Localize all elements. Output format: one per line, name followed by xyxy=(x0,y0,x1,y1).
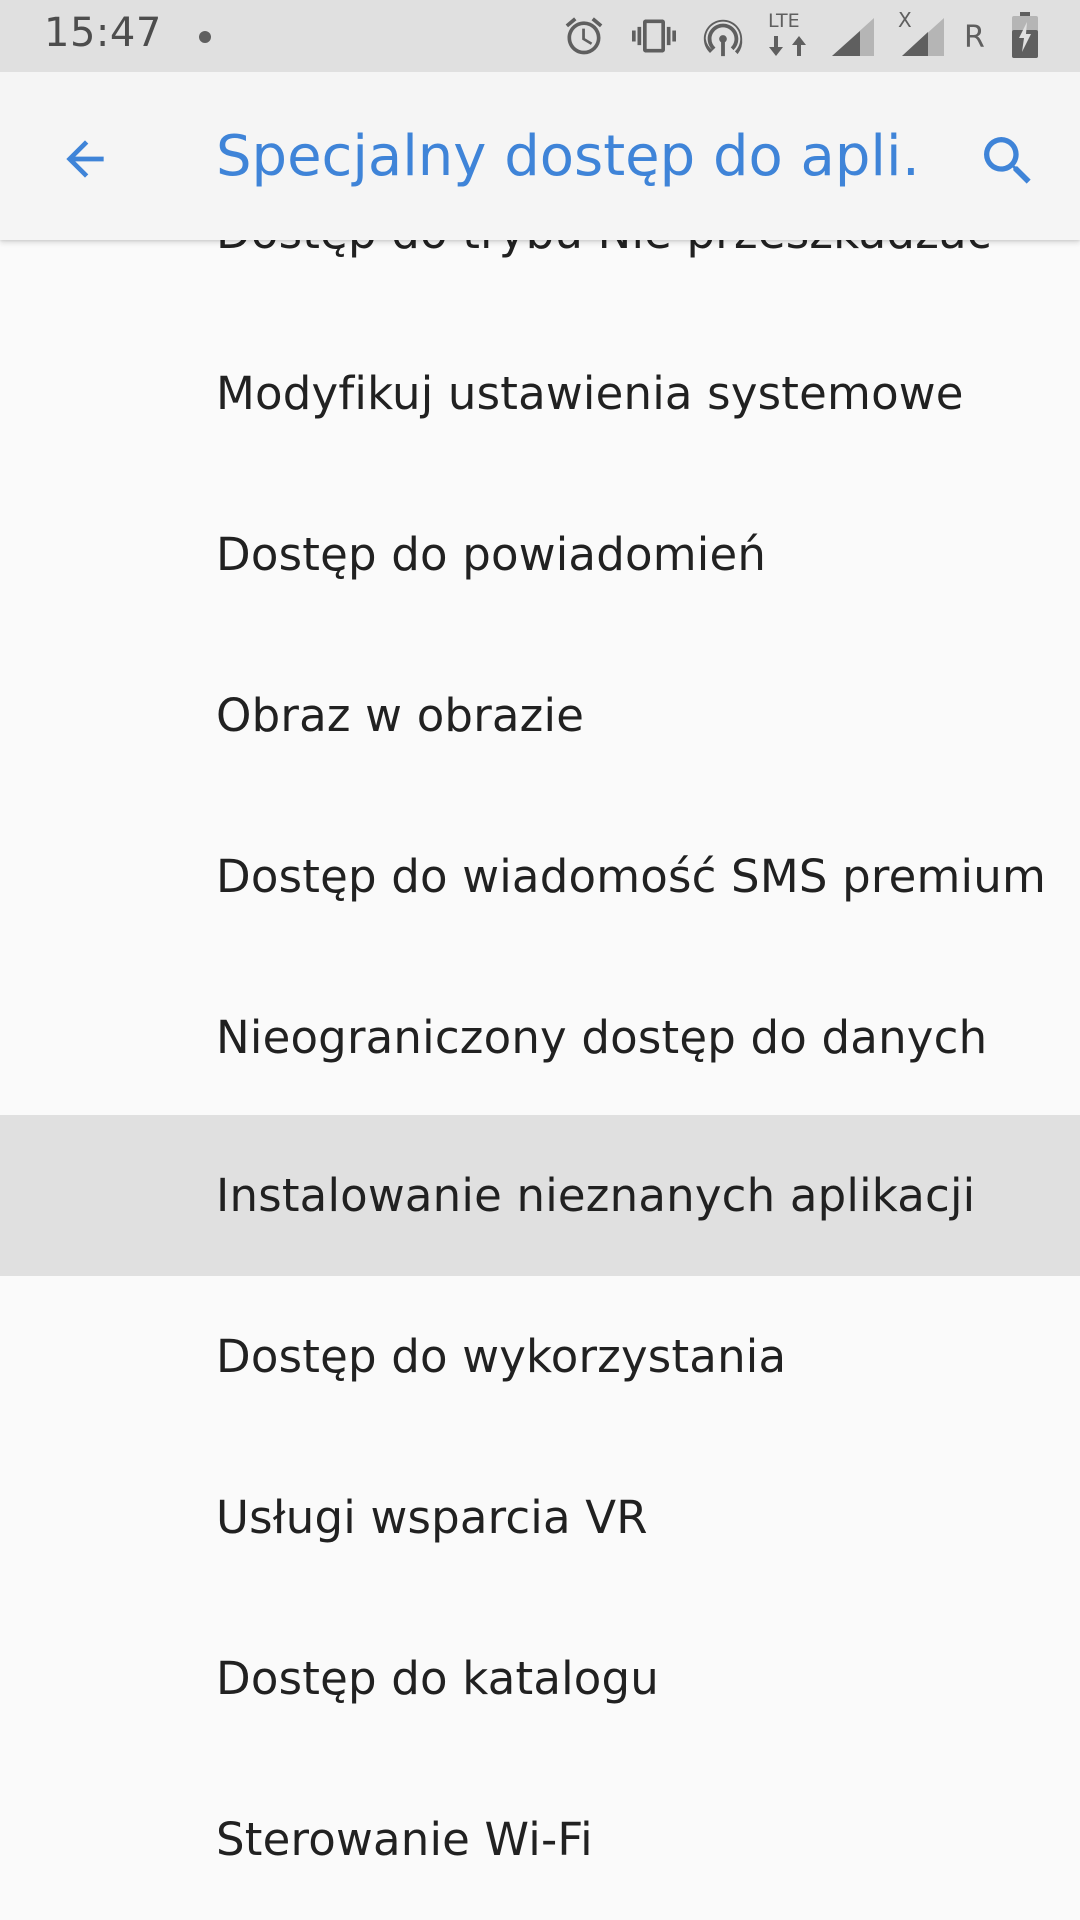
list-item-wifi-control[interactable]: Sterowanie Wi-Fi xyxy=(0,1759,1080,1920)
status-icons: LTE X R xyxy=(0,0,1080,72)
battery-icon xyxy=(1012,12,1038,58)
list-item-label: Dostęp do wiadomość SMS premium xyxy=(216,850,1046,903)
hotspot-icon xyxy=(703,19,743,57)
list-item-modify-system-settings[interactable]: Modyfikuj ustawienia systemowe xyxy=(0,313,1080,474)
signal-icon xyxy=(832,18,874,56)
list-item-directory-access[interactable]: Dostęp do katalogu xyxy=(0,1598,1080,1759)
signal-no-data-icon: X xyxy=(896,8,948,60)
vibrate-icon xyxy=(632,19,676,53)
list-item-label: Dostęp do katalogu xyxy=(216,1652,660,1705)
page-title: Specjalny dostęp do apli… xyxy=(216,124,916,189)
back-button[interactable] xyxy=(52,126,118,192)
list-item-unrestricted-data[interactable]: Nieograniczony dostęp do danych xyxy=(0,957,1080,1118)
alarm-icon xyxy=(565,17,603,55)
list-item-label: Dostęp do wykorzystania xyxy=(216,1330,787,1383)
list-item-label: Sterowanie Wi-Fi xyxy=(216,1813,593,1866)
status-bar: 15:47 LTE X R xyxy=(0,0,1080,72)
list-item-label: Instalowanie nieznanych aplikacji xyxy=(216,1169,976,1222)
search-button[interactable] xyxy=(973,126,1043,196)
list-item-label: Modyfikuj ustawienia systemowe xyxy=(216,367,964,420)
list-item-install-unknown-apps[interactable]: Instalowanie nieznanych aplikacji xyxy=(0,1115,1080,1276)
list-item-label: Nieograniczony dostęp do danych xyxy=(216,1011,988,1064)
list-item-picture-in-picture[interactable]: Obraz w obrazie xyxy=(0,635,1080,796)
screen: Dostęp do trybu Nie przeszkadzać Modyfik… xyxy=(0,0,1080,1920)
arrow-back-icon xyxy=(66,140,104,178)
app-bar: Specjalny dostęp do apli… xyxy=(0,72,1080,240)
list-item-usage-access[interactable]: Dostęp do wykorzystania xyxy=(0,1276,1080,1437)
lte-data-icon: LTE xyxy=(766,10,814,60)
list-item-vr-helper-services[interactable]: Usługi wsparcia VR xyxy=(0,1437,1080,1598)
list-item-label: Obraz w obrazie xyxy=(216,689,585,742)
list-item-notification-access[interactable]: Dostęp do powiadomień xyxy=(0,474,1080,635)
list-item-label: Usługi wsparcia VR xyxy=(216,1491,648,1544)
list-item-label: Dostęp do powiadomień xyxy=(216,528,767,581)
lte-label: LTE xyxy=(768,10,800,32)
list-item-premium-sms-access[interactable]: Dostęp do wiadomość SMS premium xyxy=(0,796,1080,957)
search-icon xyxy=(984,137,1031,184)
roaming-icon: R xyxy=(964,20,985,55)
